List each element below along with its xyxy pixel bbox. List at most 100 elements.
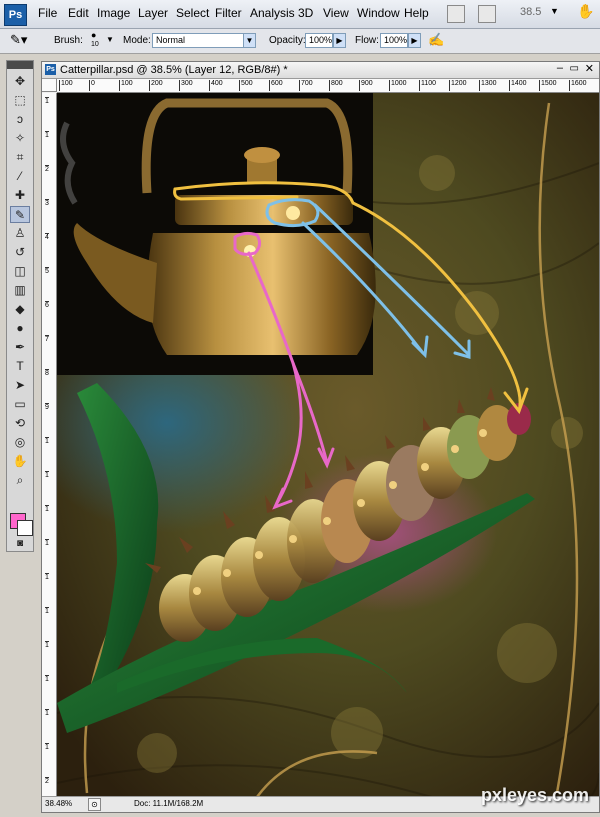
- type-tool[interactable]: T: [10, 358, 30, 375]
- brush-label: Brush:: [54, 35, 83, 46]
- healing-brush-icon: ✚: [14, 188, 26, 202]
- ruler-h-label: 500: [239, 80, 253, 91]
- menu-bar: Ps File Edit Image Layer Select Filter A…: [0, 0, 600, 29]
- opacity-slider-arrow-icon[interactable]: ▶: [333, 33, 346, 48]
- gradient-tool[interactable]: ▥: [10, 282, 30, 299]
- arrange-documents-button[interactable]: [478, 5, 496, 23]
- ruler-h-label: 1300: [479, 80, 497, 91]
- ruler-origin[interactable]: [42, 79, 57, 92]
- ruler-v-label: 1: [45, 539, 49, 547]
- options-bar: ✎▾ Brush: ● 10 ▼ Mode: Normal ▼ Opacity:…: [0, 29, 600, 54]
- marquee-tool[interactable]: ⬚: [10, 92, 30, 109]
- document-ps-icon: Ps: [45, 64, 56, 75]
- menu-select[interactable]: Select: [176, 6, 209, 20]
- flow-slider-arrow-icon[interactable]: ▶: [408, 33, 421, 48]
- ruler-h-label: 1600: [569, 80, 587, 91]
- launch-bridge-button[interactable]: [447, 5, 465, 23]
- vertical-ruler[interactable]: 1 1 2 3 4 5 6 7 8 9 1 1 1 1 1 1 1 1 1 1 2: [42, 93, 57, 797]
- menu-analysis[interactable]: Analysis: [250, 6, 295, 20]
- status-doc-size[interactable]: Doc: 11.1M/168.2M: [134, 799, 203, 808]
- menu-filter[interactable]: Filter: [215, 6, 242, 20]
- menu-window[interactable]: Window: [357, 6, 400, 20]
- eraser-tool[interactable]: ◫: [10, 263, 30, 280]
- 3d-orbit-icon: ◎: [14, 435, 26, 449]
- ruler-h-label: 1200: [449, 80, 467, 91]
- clone-stamp-icon: ♙: [14, 226, 26, 240]
- ruler-h-label: 300: [179, 80, 193, 91]
- menu-3d[interactable]: 3D: [298, 6, 313, 20]
- artwork: [57, 93, 599, 797]
- flow-input[interactable]: 100%: [380, 33, 408, 48]
- airbrush-icon[interactable]: ✍: [428, 32, 444, 48]
- horizontal-ruler[interactable]: 100 0 100 200 300 400 500 600 700 800 900 1000 1100 1…: [57, 79, 599, 93]
- document-window: Ps Catterpillar.psd @ 38.5% (Layer 12, R…: [41, 61, 600, 813]
- quick-mask-icon[interactable]: ◙: [10, 535, 30, 552]
- ruler-h-label: 900: [359, 80, 373, 91]
- ruler-h-label: 1100: [419, 80, 436, 91]
- tools-panel-header[interactable]: [7, 61, 33, 69]
- blur-icon: ◆: [15, 302, 25, 316]
- history-brush-tool[interactable]: ↺: [10, 244, 30, 261]
- marquee-icon: ⬚: [14, 93, 26, 107]
- brush-size[interactable]: 10: [91, 41, 99, 48]
- menu-layer[interactable]: Layer: [138, 6, 168, 20]
- ruler-h-label: 600: [269, 80, 283, 91]
- background-color-swatch[interactable]: [17, 520, 33, 536]
- zoom-level[interactable]: 38.5: [520, 6, 541, 18]
- lasso-tool[interactable]: ↄ: [10, 111, 30, 128]
- healing-brush-tool[interactable]: ✚: [10, 187, 30, 204]
- status-zoom[interactable]: 38.48%: [45, 799, 72, 808]
- blur-tool[interactable]: ◆: [10, 301, 30, 318]
- watermark: pxleyes.com: [480, 785, 589, 805]
- shape-tool[interactable]: ▭: [10, 396, 30, 413]
- zoom-icon: ⌕: [16, 473, 24, 487]
- brush-tool[interactable]: ✎: [10, 206, 30, 223]
- ruler-v-label: 9: [45, 403, 49, 411]
- close-icon[interactable]: ✕: [585, 62, 594, 75]
- ruler-v-label: 1: [45, 743, 49, 751]
- menu-image[interactable]: Image: [97, 6, 130, 20]
- menu-file[interactable]: File: [38, 6, 57, 20]
- move-tool[interactable]: ✥: [10, 73, 30, 90]
- menu-help[interactable]: Help: [404, 6, 429, 20]
- pen-tool[interactable]: ✒: [10, 339, 30, 356]
- hand-icon: ✋: [12, 454, 28, 468]
- eraser-icon: ◫: [14, 264, 26, 278]
- 3d-orbit-tool[interactable]: ◎: [10, 434, 30, 451]
- ruler-h-label: 100: [119, 80, 133, 91]
- chevron-down-icon[interactable]: ▼: [106, 35, 114, 44]
- document-tab[interactable]: Ps Catterpillar.psd @ 38.5% (Layer 12, R…: [42, 62, 599, 79]
- status-options-icon[interactable]: ⊙: [88, 798, 101, 811]
- hand-icon[interactable]: ✋: [577, 3, 594, 20]
- lasso-icon: ↄ: [17, 112, 23, 126]
- dodge-tool[interactable]: ●: [10, 320, 30, 337]
- path-selection-tool[interactable]: ➤: [10, 377, 30, 394]
- brush-preset-icon[interactable]: ✎▾: [10, 32, 27, 48]
- ruler-v-label: 2: [45, 777, 49, 785]
- mode-select[interactable]: Normal: [152, 33, 244, 48]
- clone-stamp-tool[interactable]: ♙: [10, 225, 30, 242]
- opacity-input[interactable]: 100%: [305, 33, 333, 48]
- maximize-icon[interactable]: ▭: [570, 63, 579, 74]
- document-canvas[interactable]: [57, 93, 599, 797]
- ruler-h-label: 1500: [539, 80, 557, 91]
- hand-tool[interactable]: ✋: [10, 453, 30, 470]
- dodge-icon: ●: [16, 321, 24, 335]
- ruler-h-label: 800: [329, 80, 343, 91]
- gradient-icon: ▥: [14, 283, 26, 297]
- mode-dropdown-arrow-icon[interactable]: ▼: [243, 33, 256, 48]
- flow-label: Flow:: [355, 35, 379, 46]
- menu-view[interactable]: View: [323, 6, 349, 20]
- 3d-rotate-tool[interactable]: ⟲: [10, 415, 30, 432]
- ruler-h-label: 700: [299, 80, 313, 91]
- zoom-tool[interactable]: ⌕: [10, 472, 30, 489]
- chevron-down-icon[interactable]: ▼: [550, 6, 559, 16]
- crop-tool[interactable]: ⌗: [10, 149, 30, 166]
- type-icon: T: [16, 359, 24, 373]
- brush-dot-icon[interactable]: ●: [91, 30, 96, 40]
- eyedropper-tool[interactable]: ⁄: [10, 168, 30, 185]
- menu-edit[interactable]: Edit: [68, 6, 89, 20]
- minimize-icon[interactable]: –: [557, 62, 563, 74]
- pen-icon: ✒: [14, 340, 26, 354]
- magic-wand-tool[interactable]: ✧: [10, 130, 30, 147]
